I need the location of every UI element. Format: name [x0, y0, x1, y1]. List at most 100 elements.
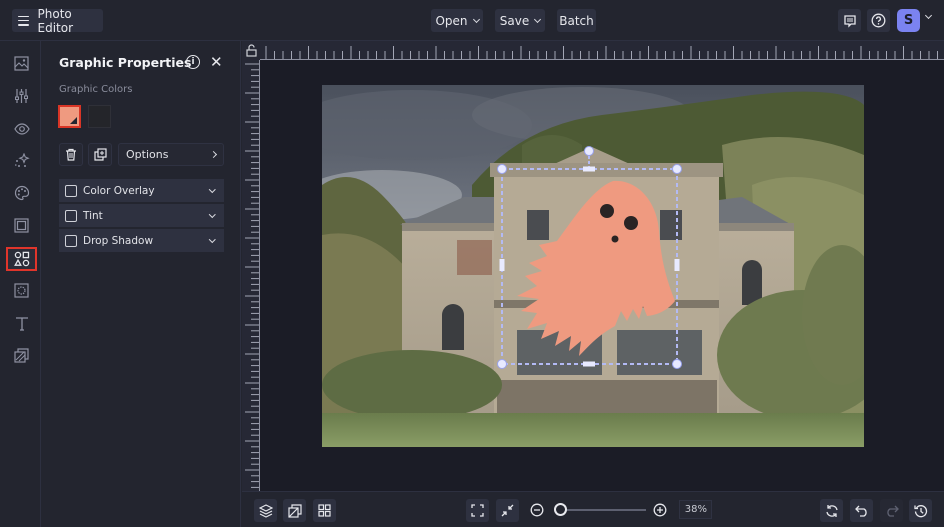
compare-icon [287, 503, 302, 518]
palette-icon [14, 185, 29, 200]
history-button[interactable] [909, 499, 932, 522]
frame-icon [14, 218, 29, 233]
help-button[interactable] [867, 9, 890, 32]
accordion-label: Color Overlay [83, 184, 155, 197]
minus-circle-icon [530, 503, 544, 517]
eye-icon [13, 122, 30, 135]
sidebar-item-textures[interactable] [6, 344, 37, 367]
chevron-down-icon [534, 15, 542, 23]
undo-icon [854, 505, 867, 517]
duplicate-icon [93, 148, 107, 161]
sidebar-item-artsy[interactable] [6, 181, 37, 204]
batch-label: Batch [559, 13, 594, 28]
options-label: Options [126, 148, 169, 161]
checkbox[interactable] [65, 234, 77, 247]
checkbox[interactable] [65, 209, 77, 222]
plus-circle-icon [653, 503, 667, 517]
chevron-down-icon [208, 185, 215, 193]
tool-sidebar [0, 41, 41, 527]
checkbox[interactable] [65, 184, 77, 197]
accordion-label: Tint [83, 209, 103, 222]
chevron-down-icon [472, 15, 480, 23]
layers-button[interactable] [254, 499, 277, 522]
zoom-slider-track[interactable] [560, 509, 646, 511]
avatar[interactable]: S [897, 9, 920, 32]
hamburger-icon [18, 15, 29, 26]
sidebar-item-frames[interactable] [6, 214, 37, 237]
compare-button[interactable] [283, 499, 306, 522]
sidebar-item-graphics[interactable] [6, 247, 37, 271]
zoom-in-button[interactable] [653, 503, 667, 517]
image-icon [14, 56, 29, 71]
sidebar-item-image[interactable] [6, 52, 37, 75]
bottom-toolbar: 38% [242, 491, 944, 527]
accordion-tint[interactable]: Tint [59, 204, 224, 227]
canvas-area[interactable] [242, 41, 944, 491]
batch-button[interactable]: Batch [557, 9, 596, 32]
sidebar-item-adjustments[interactable] [6, 84, 37, 107]
close-icon[interactable]: ✕ [210, 53, 223, 71]
sliders-icon [15, 88, 28, 103]
zoom-out-button[interactable] [530, 503, 544, 517]
zoom-percent[interactable]: 38% [679, 500, 712, 519]
delete-button[interactable] [59, 143, 83, 166]
color-swatch-secondary[interactable] [88, 105, 111, 128]
redo-button[interactable] [880, 499, 903, 522]
fit-screen-button[interactable] [466, 499, 489, 522]
overlay-icon [14, 283, 29, 298]
shapes-icon [13, 251, 29, 267]
chevron-down-icon [208, 235, 215, 243]
top-bar: Photo Editor Open Save Batch S [0, 0, 944, 41]
layers-icon [258, 503, 273, 518]
comment-icon [843, 14, 856, 28]
unlock-icon [245, 44, 257, 57]
open-label: Open [435, 13, 468, 28]
sidebar-item-eye[interactable] [6, 117, 37, 140]
sidebar-item-overlays[interactable] [6, 279, 37, 302]
ruler-lock[interactable] [242, 41, 260, 60]
ghost-graphic[interactable] [497, 141, 697, 376]
vertical-ruler[interactable] [242, 60, 260, 491]
panel-title: Graphic Properties [59, 55, 192, 70]
open-button[interactable]: Open [431, 9, 483, 32]
options-button[interactable]: Options [118, 143, 224, 166]
sidebar-item-text[interactable] [6, 312, 37, 335]
graphic-properties-panel: Graphic Properties i ✕ Graphic Colors Op… [42, 41, 241, 527]
shrink-icon [501, 504, 514, 517]
help-icon [871, 13, 886, 28]
horizontal-ruler[interactable] [260, 41, 944, 60]
actual-size-button[interactable] [496, 499, 519, 522]
accordion-color-overlay[interactable]: Color Overlay [59, 179, 224, 202]
ruler-ticks [265, 46, 938, 59]
expand-icon [471, 504, 484, 517]
duplicate-button[interactable] [88, 143, 112, 166]
info-icon[interactable]: i [186, 55, 200, 69]
feedback-button[interactable] [838, 9, 861, 32]
refresh-icon [825, 504, 838, 517]
text-icon [15, 317, 28, 331]
accordion-drop-shadow[interactable]: Drop Shadow [59, 229, 224, 252]
save-label: Save [499, 13, 530, 28]
history-icon [913, 504, 927, 517]
chevron-right-icon [209, 150, 218, 159]
grid-icon [318, 504, 331, 517]
redo-icon [886, 505, 899, 517]
graphic-colors-label: Graphic Colors [59, 84, 133, 95]
reset-button[interactable] [820, 499, 843, 522]
ruler-ticks [245, 63, 259, 488]
color-swatch-primary[interactable] [58, 105, 81, 128]
grid-button[interactable] [313, 499, 336, 522]
undo-button[interactable] [850, 499, 873, 522]
save-button[interactable]: Save [495, 9, 545, 32]
app-menu-button[interactable]: Photo Editor [12, 6, 103, 35]
sidebar-item-effects[interactable] [6, 149, 37, 172]
swatch-corner-icon [70, 117, 77, 124]
account-chevron-icon[interactable] [924, 11, 933, 20]
chevron-down-icon [208, 210, 215, 218]
sparkles-icon [14, 152, 30, 167]
texture-icon [14, 348, 29, 363]
accordion-label: Drop Shadow [83, 234, 154, 247]
zoom-slider-thumb[interactable] [554, 503, 568, 516]
app-title: Photo Editor [37, 6, 74, 35]
trash-icon [66, 148, 76, 161]
